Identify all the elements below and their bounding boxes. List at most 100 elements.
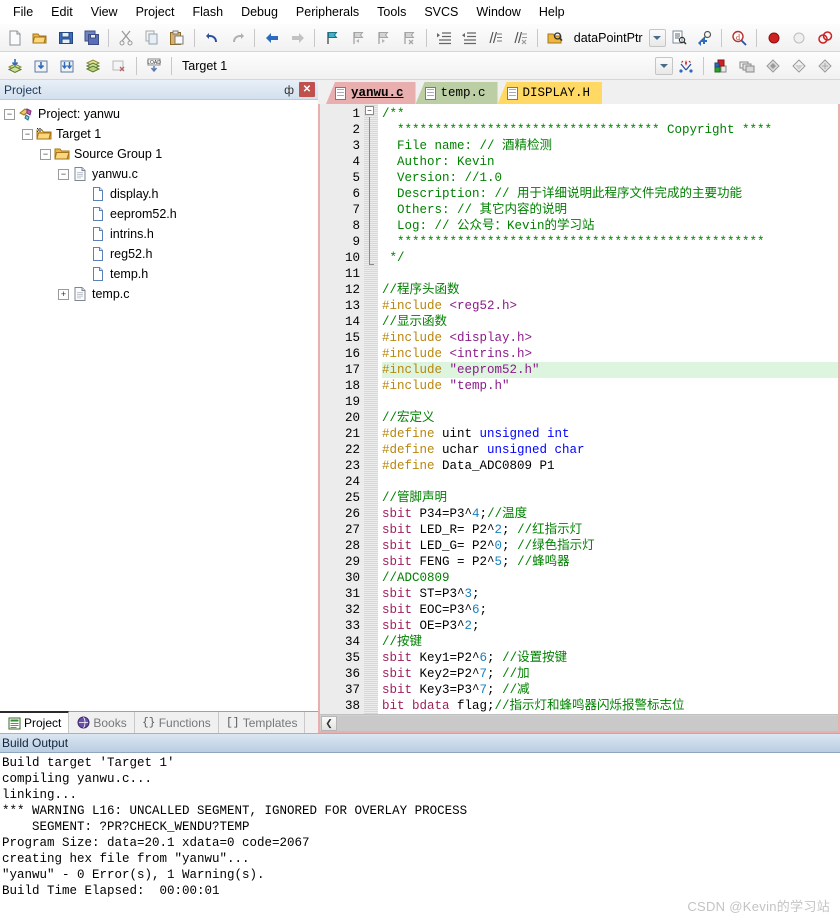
cut-icon[interactable] <box>114 26 138 50</box>
code-line[interactable]: //显示函数 <box>382 314 838 330</box>
download-icon[interactable]: LOAD <box>142 54 166 78</box>
code-line[interactable]: #include <display.h> <box>382 330 838 346</box>
tree-item-source-group-1[interactable]: − Source Group 1 <box>4 144 318 164</box>
target-combo-value[interactable]: Target 1 <box>176 59 233 73</box>
code-line[interactable]: *********************************** Copy… <box>382 122 838 138</box>
comment-lines-icon[interactable] <box>483 26 507 50</box>
code-area[interactable]: 1 2 3 4 5 6 7 8 9 10 11 12 13 14 15 16 17 18 19 20 21 22 23 24 2… <box>320 104 838 714</box>
copy-icon[interactable] <box>140 26 164 50</box>
code-line[interactable]: Version: //1.0 <box>382 170 838 186</box>
target-combo-dropdown[interactable] <box>655 56 673 75</box>
menu-item-project[interactable]: Project <box>127 2 184 22</box>
configure-icon[interactable] <box>761 54 785 78</box>
code-line[interactable]: //ADC0809 <box>382 570 838 586</box>
new-file-icon[interactable] <box>3 26 27 50</box>
tree-item-temp-h[interactable]: temp.h <box>4 264 318 284</box>
tree-item-reg52-h[interactable]: reg52.h <box>4 244 318 264</box>
code-line[interactable]: //宏定义 <box>382 410 838 426</box>
code-line[interactable] <box>382 266 838 282</box>
code-line[interactable]: #include "eeprom52.h" <box>382 362 838 378</box>
code-line[interactable]: #include <reg52.h> <box>382 298 838 314</box>
menu-item-tools[interactable]: Tools <box>368 2 415 22</box>
code-line[interactable]: //按键 <box>382 634 838 650</box>
bookmark-clear-icon[interactable] <box>397 26 421 50</box>
panel-tab-books[interactable]: Books <box>69 712 135 733</box>
code-line[interactable]: sbit EOC=P3^6; <box>382 602 838 618</box>
code-line[interactable]: sbit LED_R= P2^2; //红指示灯 <box>382 522 838 538</box>
menu-item-edit[interactable]: Edit <box>42 2 82 22</box>
panel-tab-functions[interactable]: {} Functions <box>135 712 219 733</box>
uncomment-lines-icon[interactable] <box>509 26 533 50</box>
menu-item-peripherals[interactable]: Peripherals <box>287 2 368 22</box>
code-line[interactable]: Others: // 其它内容的说明 <box>382 202 838 218</box>
tree-expand-icon[interactable]: + <box>58 288 69 300</box>
rebuild-all-icon[interactable] <box>55 54 79 78</box>
tree-item-project-yanwu[interactable]: − Project: yanwu <box>4 104 318 124</box>
tree-item-temp-c[interactable]: + temp.c <box>4 284 318 304</box>
tree-item-eeprom52-h[interactable]: eeprom52.h <box>4 204 318 224</box>
batch-build-icon[interactable] <box>81 54 105 78</box>
code-line[interactable]: //程序头函数 <box>382 282 838 298</box>
tree-item-intrins-h[interactable]: intrins.h <box>4 224 318 244</box>
stop-build-icon[interactable] <box>107 54 131 78</box>
code-line[interactable]: #define uint unsigned int <box>382 426 838 442</box>
code-line[interactable]: #include "temp.h" <box>382 378 838 394</box>
navigate-forward-icon[interactable] <box>286 26 310 50</box>
symbol-combo-dropdown[interactable] <box>648 28 667 47</box>
close-icon[interactable]: ✕ <box>299 82 315 97</box>
file-extensions-icon[interactable] <box>787 54 811 78</box>
code-line[interactable]: sbit Key2=P2^7; //加 <box>382 666 838 682</box>
editor-tab-yanwu-c[interactable]: yanwu.c <box>326 82 416 104</box>
code-line[interactable]: sbit Key1=P2^6; //设置按键 <box>382 650 838 666</box>
menu-item-svcs[interactable]: SVCS <box>415 2 467 22</box>
function-nav-icon[interactable] <box>693 26 717 50</box>
menu-item-help[interactable]: Help <box>530 2 574 22</box>
code-line[interactable]: #include <intrins.h> <box>382 346 838 362</box>
menu-item-flash[interactable]: Flash <box>183 2 232 22</box>
code-line[interactable]: sbit Key3=P3^7; //减 <box>382 682 838 698</box>
multi-project-icon[interactable] <box>735 54 759 78</box>
tree-item-display-h[interactable]: display.h <box>4 184 318 204</box>
paste-icon[interactable] <box>166 26 190 50</box>
books-icon[interactable] <box>813 54 837 78</box>
source-browser-icon[interactable] <box>667 26 691 50</box>
code-line[interactable]: sbit ST=P3^3; <box>382 586 838 602</box>
symbol-combo-value[interactable]: dataPointPtr <box>568 31 649 45</box>
menu-item-window[interactable]: Window <box>467 2 529 22</box>
pin-icon[interactable]: ф <box>282 82 296 98</box>
save-icon[interactable] <box>54 26 78 50</box>
tree-item-target-1[interactable]: − Target 1 <box>4 124 318 144</box>
code-line[interactable]: File name: // 酒精检测 <box>382 138 838 154</box>
project-tree[interactable]: − Project: yanwu − Target 1− Source Group 1−… <box>0 100 318 711</box>
code-line[interactable]: sbit P34=P3^4;//温度 <box>382 506 838 522</box>
code-line[interactable] <box>382 394 838 410</box>
code-line[interactable]: Log: // 公众号：Kevin的学习站 <box>382 218 838 234</box>
indent-decrease-icon[interactable] <box>457 26 481 50</box>
tree-item-yanwu-c[interactable]: − yanwu.c <box>4 164 318 184</box>
target-options-icon[interactable] <box>674 54 698 78</box>
save-all-icon[interactable] <box>80 26 104 50</box>
code-line[interactable]: bit bdata flag;//指示灯和蜂鸣器闪烁报警标志位 <box>382 698 838 714</box>
code-line[interactable]: sbit LED_G= P2^0; //绿色指示灯 <box>382 538 838 554</box>
code-line[interactable] <box>382 474 838 490</box>
code-line[interactable]: */ <box>382 250 838 266</box>
tree-collapse-icon[interactable]: − <box>4 108 15 120</box>
code-line[interactable]: Description: // 用于详细说明此程序文件完成的主要功能 <box>382 186 838 202</box>
bookmark-prev-icon[interactable] <box>346 26 370 50</box>
build-icon[interactable] <box>3 54 27 78</box>
bookmark-next-icon[interactable] <box>372 26 396 50</box>
code-line[interactable]: //管脚声明 <box>382 490 838 506</box>
panel-tab-templates[interactable]: [] Templates <box>219 712 306 733</box>
code-folding-bar[interactable]: − <box>364 104 378 714</box>
panel-tab-project[interactable]: Project <box>0 711 70 733</box>
tree-collapse-icon[interactable]: − <box>58 168 69 180</box>
tree-collapse-icon[interactable]: − <box>40 148 51 160</box>
find-in-files-icon[interactable] <box>543 26 567 50</box>
find-symbol-icon[interactable]: d <box>727 26 751 50</box>
scroll-track[interactable] <box>337 715 838 731</box>
manage-components-icon[interactable] <box>709 54 733 78</box>
editor-horizontal-scrollbar[interactable]: ❮ <box>320 714 838 731</box>
code-line[interactable]: sbit FENG = P2^5; //蜂鸣器 <box>382 554 838 570</box>
fold-toggle-icon[interactable]: − <box>365 106 374 115</box>
code-line[interactable]: ****************************************… <box>382 234 838 250</box>
